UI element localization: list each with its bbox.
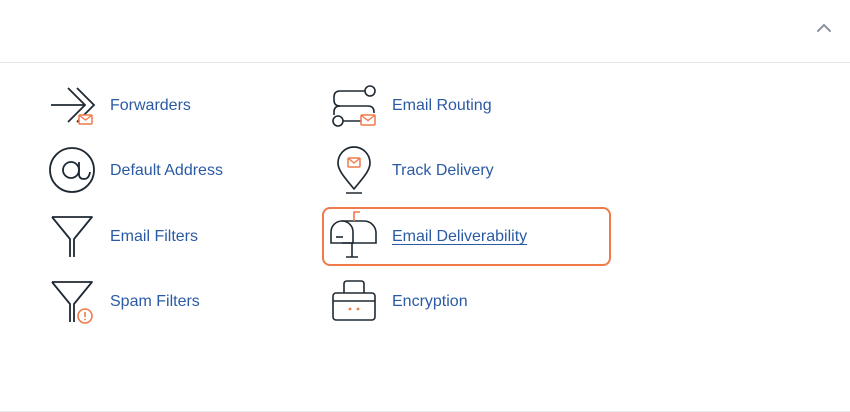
forwarders-label: Forwarders <box>110 97 191 114</box>
email-deliverability-link[interactable]: Email Deliverability <box>330 209 590 265</box>
chevron-up-icon[interactable] <box>812 16 836 40</box>
track-delivery-link[interactable]: Track Delivery <box>330 143 590 199</box>
forwarders-icon <box>51 87 96 125</box>
track-delivery-label: Track Delivery <box>392 162 494 179</box>
panel-header <box>0 0 850 63</box>
email-tools-panel: Forwarders Default Address Email Filters… <box>0 0 850 412</box>
default-address-link[interactable]: Default Address <box>48 143 308 199</box>
email-routing-label: Email Routing <box>392 97 492 114</box>
email-routing-link[interactable]: Email Routing <box>330 78 590 134</box>
encryption-label: Encryption <box>392 293 468 310</box>
at-sign-icon <box>49 147 95 193</box>
email-filters-link[interactable]: Email Filters <box>48 209 308 265</box>
mailbox-icon <box>330 211 377 258</box>
encryption-box-icon <box>332 280 376 321</box>
default-address-label: Default Address <box>110 162 223 179</box>
routing-icon <box>332 85 376 127</box>
encryption-link[interactable]: Encryption <box>330 274 590 330</box>
funnel-icon <box>51 216 93 257</box>
forwarders-link[interactable]: Forwarders <box>48 78 308 134</box>
funnel-alert-icon <box>51 281 93 324</box>
email-deliverability-label: Email Deliverability <box>392 228 528 245</box>
spam-filters-label: Spam Filters <box>110 293 200 310</box>
map-pin-mail-icon <box>337 146 371 194</box>
spam-filters-link[interactable]: Spam Filters <box>48 274 308 330</box>
email-filters-label: Email Filters <box>110 228 199 245</box>
